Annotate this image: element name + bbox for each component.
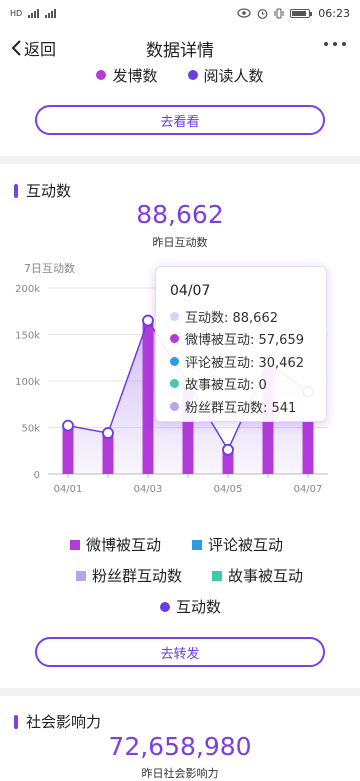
- legend-label: 发博数: [112, 66, 158, 85]
- social-total-label: 昨日社会影响力: [141, 767, 219, 780]
- bar: [302, 420, 314, 474]
- data-point: [222, 443, 234, 456]
- legend-item-posts: 发博数: [96, 64, 158, 86]
- title-accent: [14, 183, 18, 198]
- section-divider: [0, 156, 360, 164]
- legend-swatch: [212, 570, 222, 581]
- legend-label: 粉丝群互动数: [92, 567, 183, 585]
- legend-item-weibo[interactable]: 微博被互动: [70, 534, 161, 555]
- data-point: [102, 427, 114, 439]
- hd-indicator: HD: [10, 8, 23, 18]
- legend-swatch: [76, 570, 86, 581]
- clock: 06:23: [318, 6, 350, 20]
- legend-label: 故事被互动: [228, 567, 304, 585]
- tooltip-row: 故事被互动: 0: [170, 373, 326, 396]
- go-forward-button[interactable]: 去转发: [35, 637, 325, 667]
- tooltip-date: 04/07: [170, 283, 211, 299]
- tooltip-dot: [170, 356, 179, 366]
- interaction-section-title: 互动数: [14, 180, 71, 201]
- y-tick-label: 100k: [15, 377, 40, 388]
- x-tick-label: 04/05: [214, 484, 243, 495]
- tooltip-row: 粉丝群互动数: 541: [170, 395, 326, 418]
- signal-icon: [28, 8, 40, 18]
- y-tick-label: 50k: [21, 424, 40, 435]
- legend-item-fans[interactable]: 粉丝群互动数: [76, 565, 182, 586]
- y-tick-label: 150k: [15, 331, 40, 342]
- social-total: 72,658,980: [108, 732, 252, 761]
- go-view-button[interactable]: 去看看: [35, 105, 325, 135]
- legend-swatch: [160, 601, 170, 612]
- section-divider: [0, 688, 360, 696]
- tooltip-dot: [170, 311, 179, 321]
- title-accent: [14, 714, 18, 729]
- legend-dot: [96, 70, 107, 80]
- back-label: 返回: [24, 40, 57, 59]
- bar: [142, 320, 154, 474]
- legend-label: 评论被互动: [208, 536, 284, 554]
- signal-2-icon: [45, 8, 57, 18]
- tooltip-label: 故事被互动: 0: [185, 378, 267, 394]
- data-point: [142, 314, 154, 327]
- social-title: 社会影响力: [26, 713, 102, 731]
- eye-icon: [237, 8, 251, 18]
- battery-icon: [290, 8, 313, 18]
- legend-label: 微博被互动: [86, 536, 162, 554]
- legend-swatch: [70, 539, 80, 550]
- y-tick-label: 200k: [15, 284, 40, 295]
- tooltip-row: 互动数: 88,662: [170, 305, 326, 328]
- legend-swatch: [192, 539, 202, 550]
- legend-label: 互动数: [176, 598, 222, 616]
- tooltip-row: 微博被互动: 57,659: [170, 328, 326, 351]
- alarm-icon: [257, 8, 268, 19]
- tooltip-label: 粉丝群互动数: 541: [185, 400, 297, 416]
- interaction-total: 88,662: [136, 200, 224, 229]
- interaction-total-label: 昨日互动数: [152, 236, 208, 249]
- legend-item-story[interactable]: 故事被互动: [212, 565, 303, 586]
- legend-item-total[interactable]: 互动数: [160, 596, 221, 617]
- vibrate-icon: [274, 8, 284, 18]
- status-bar: HD 06:23: [0, 0, 360, 26]
- chevron-left-icon: [11, 40, 21, 56]
- interaction-title: 互动数: [26, 182, 72, 200]
- status-right: 06:23: [237, 7, 350, 20]
- x-tick-label: 04/07: [294, 484, 323, 495]
- tooltip-dot: [170, 334, 179, 344]
- status-left: HD: [10, 8, 57, 18]
- bar: [62, 425, 74, 474]
- data-point: [62, 419, 74, 432]
- legend-item-comment[interactable]: 评论被互动: [192, 534, 283, 555]
- bar: [102, 433, 114, 474]
- chart-tooltip: 04/07 互动数: 88,662 微博被互动: 57,659 评论被互动: 3…: [155, 266, 327, 422]
- tooltip-label: 互动数: 88,662: [185, 310, 278, 326]
- legend-item-readers: 阅读人数: [187, 64, 264, 86]
- page-title: 数据详情: [146, 40, 214, 61]
- legend-label: 阅读人数: [203, 66, 264, 85]
- x-tick-label: 04/03: [134, 484, 163, 495]
- tooltip-dot: [170, 401, 179, 411]
- y-tick-label: 0: [34, 470, 40, 481]
- tooltip-label: 评论被互动: 30,462: [185, 355, 304, 371]
- legend-dot: [187, 70, 198, 80]
- top-legend: 发博数 阅读人数: [0, 64, 360, 86]
- social-section-title: 社会影响力: [14, 711, 101, 732]
- more-button[interactable]: [324, 42, 346, 46]
- tooltip-dot: [170, 379, 179, 389]
- tooltip-row: 评论被互动: 30,462: [170, 350, 326, 373]
- tooltip-label: 微博被互动: 57,659: [185, 333, 304, 349]
- x-tick-label: 04/01: [54, 484, 83, 495]
